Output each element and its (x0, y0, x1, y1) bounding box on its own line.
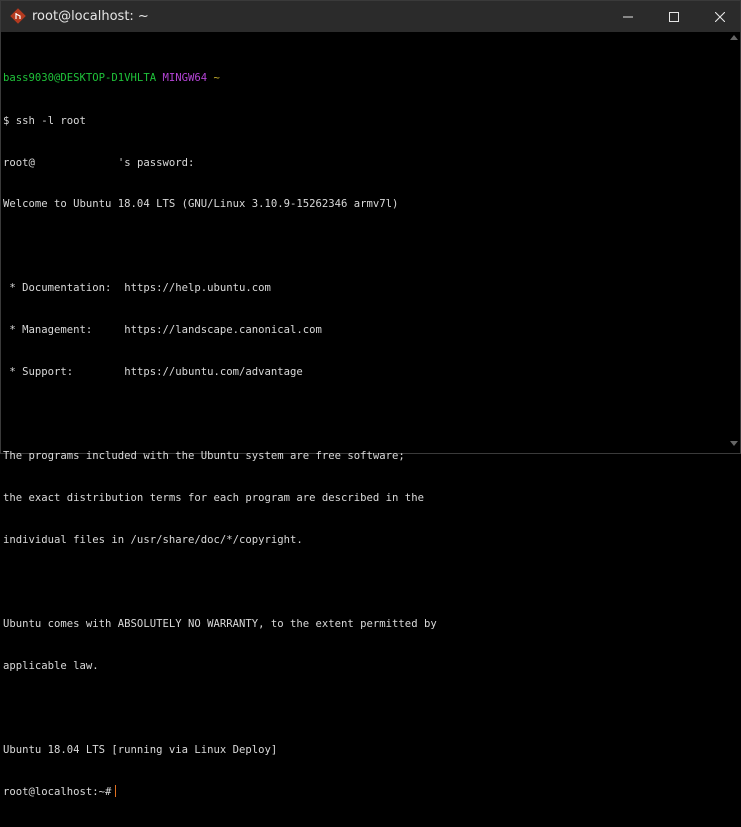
minimize-icon (623, 16, 633, 17)
link-label: * Management: (3, 324, 125, 336)
link-url[interactable]: https://ubuntu.com/advantage (124, 366, 303, 378)
terminal-window: root@localhost: ~ bass9030@DESKTOP-D1VHL… (0, 0, 741, 798)
window-title: root@localhost: ~ (32, 9, 149, 24)
text-cursor (115, 785, 117, 797)
final-prompt: root@localhost:~# (3, 786, 112, 798)
license-line: The programs included with the Ubuntu sy… (3, 450, 405, 462)
git-bash-diamond-icon (10, 8, 26, 24)
mgmt-line: * Management: https://landscape.canonica… (3, 323, 727, 337)
maximize-icon (669, 11, 679, 22)
license-line: individual files in /usr/share/doc/*/cop… (3, 534, 303, 546)
prompt-user-host: bass9030@DESKTOP-D1VHLTA (3, 72, 157, 84)
maximize-button[interactable] (651, 1, 697, 32)
link-url[interactable]: https://landscape.canonical.com (124, 324, 322, 336)
command-text: ssh -l root (15, 115, 86, 127)
minimize-button[interactable] (605, 1, 651, 32)
password-suffix: 's password: (117, 157, 195, 169)
deploy-line: Ubuntu 18.04 LTS [running via Linux Depl… (3, 744, 278, 756)
redacted-host (34, 155, 118, 168)
warranty-line: Ubuntu comes with ABSOLUTELY NO WARRANTY… (3, 618, 437, 630)
scroll-down-arrow-icon[interactable] (730, 441, 738, 446)
prompt-cwd: ~ (213, 72, 220, 84)
title-bar[interactable]: root@localhost: ~ (1, 1, 740, 32)
redacted-host (85, 113, 152, 126)
scroll-up-arrow-icon[interactable] (730, 35, 738, 40)
link-label: * Documentation: (3, 282, 125, 294)
close-button[interactable] (697, 1, 741, 32)
welcome-line: Welcome to Ubuntu 18.04 LTS (GNU/Linux 3… (3, 198, 399, 210)
doc-line: * Documentation: https://help.ubuntu.com (3, 281, 727, 295)
prompt-line: bass9030@DESKTOP-D1VHLTA MINGW64 ~ (3, 71, 727, 85)
terminal-output[interactable]: bass9030@DESKTOP-D1VHLTA MINGW64 ~ $ ssh… (3, 43, 727, 798)
link-url[interactable]: https://help.ubuntu.com (124, 282, 271, 294)
password-prefix: root@ (3, 157, 35, 169)
password-line: root@ 's password: (3, 155, 727, 169)
command-line: $ ssh -l root (3, 113, 727, 127)
close-icon (715, 11, 725, 22)
final-prompt-line: root@localhost:~# (3, 785, 727, 799)
warranty-line: applicable law. (3, 660, 99, 672)
prompt-env: MINGW64 (162, 72, 208, 84)
scrollbar[interactable] (729, 32, 740, 453)
prompt-symbol: $ (3, 115, 10, 127)
link-label: * Support: (3, 366, 125, 378)
license-line: the exact distribution terms for each pr… (3, 492, 424, 504)
support-line: * Support: https://ubuntu.com/advantage (3, 365, 727, 379)
